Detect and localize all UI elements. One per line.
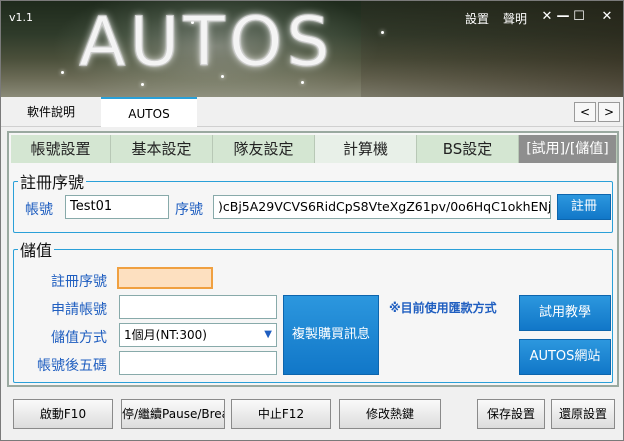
register-button[interactable]: 註冊 xyxy=(557,194,611,220)
tab-trial-topup[interactable]: [試用]/[儲值] xyxy=(519,135,617,163)
tab-bs-settings[interactable]: BS設定 xyxy=(417,135,519,163)
serial-label: 序號 xyxy=(175,202,203,218)
register-legend: 註冊序號 xyxy=(20,173,85,192)
help-link[interactable]: 聲明 xyxy=(503,10,527,27)
tab-prev-button[interactable]: < xyxy=(574,102,596,122)
topup-serial-label: 註冊序號 xyxy=(51,274,107,290)
topup-legend: 儲值 xyxy=(20,241,53,260)
modify-hotkey-button[interactable]: 修改熱鍵 xyxy=(339,399,441,429)
chevron-down-icon: ▼ xyxy=(264,329,272,340)
tab-autos[interactable]: AUTOS xyxy=(101,97,197,127)
tab-teammate-settings[interactable]: 隊友設定 xyxy=(213,135,315,163)
tab-next-button[interactable]: > xyxy=(598,102,620,122)
last5-label: 帳號後五碼 xyxy=(37,358,107,374)
close-window-icon[interactable]: ✕ xyxy=(599,9,615,24)
topup-serial-field[interactable] xyxy=(117,267,213,289)
close-icon[interactable]: ✕ xyxy=(539,9,555,24)
app-window: AUTOS v1.1 設置 聲明 ✕ — ☐ ✕ 軟件說明 AUTOS < > … xyxy=(0,0,624,441)
tab-calculator[interactable]: 計算機 xyxy=(315,135,417,163)
minimize-icon[interactable]: — xyxy=(555,9,571,24)
version-label: v1.1 xyxy=(9,11,34,24)
settings-link[interactable]: 設置 xyxy=(465,10,489,27)
autos-website-button[interactable]: AUTOS網站 xyxy=(519,339,611,375)
sparkle xyxy=(61,71,64,74)
tab-manual[interactable]: 軟件說明 xyxy=(1,97,101,127)
last5-field[interactable] xyxy=(119,351,277,375)
app-logo: AUTOS xyxy=(79,3,334,83)
copy-purchase-info-button[interactable]: 複製購買訊息 xyxy=(283,295,379,375)
sparkle xyxy=(141,83,144,86)
account-label: 帳號 xyxy=(25,202,53,218)
stop-button[interactable]: 中止F12 xyxy=(231,399,331,429)
method-value: 1個月(NT:300) xyxy=(124,328,207,342)
main-panel: 帳號設置 基本設定 隊友設定 計算機 BS設定 [試用]/[儲值] 註冊序號 帳… xyxy=(7,131,619,387)
header-banner: AUTOS v1.1 設置 聲明 ✕ — ☐ ✕ xyxy=(1,1,623,97)
top-tab-bar: 軟件說明 AUTOS xyxy=(1,97,623,127)
trial-tutorial-button[interactable]: 試用教學 xyxy=(519,295,611,331)
sparkle xyxy=(381,31,384,34)
apply-account-label: 申請帳號 xyxy=(51,302,107,318)
method-label: 儲值方式 xyxy=(51,330,107,346)
restore-settings-button[interactable]: 還原設置 xyxy=(551,399,615,429)
account-field[interactable]: Test01 xyxy=(65,195,169,219)
pause-button[interactable]: 停/繼續Pause/Break xyxy=(121,399,225,429)
tab-basic-settings[interactable]: 基本設定 xyxy=(111,135,213,163)
tab-account-settings[interactable]: 帳號設置 xyxy=(11,135,111,163)
apply-account-field[interactable] xyxy=(119,295,277,319)
maximize-icon[interactable]: ☐ xyxy=(571,9,587,24)
payment-note: ※目前使用匯款方式 xyxy=(389,301,497,315)
start-button[interactable]: 啟動F10 xyxy=(13,399,113,429)
method-select[interactable]: 1個月(NT:300) ▼ xyxy=(119,323,277,347)
save-settings-button[interactable]: 保存設置 xyxy=(477,399,545,429)
serial-field[interactable]: )cBj5A29VCVS6RidCpS8VteXgZ61pv/0o6HqC1ok… xyxy=(213,195,551,219)
